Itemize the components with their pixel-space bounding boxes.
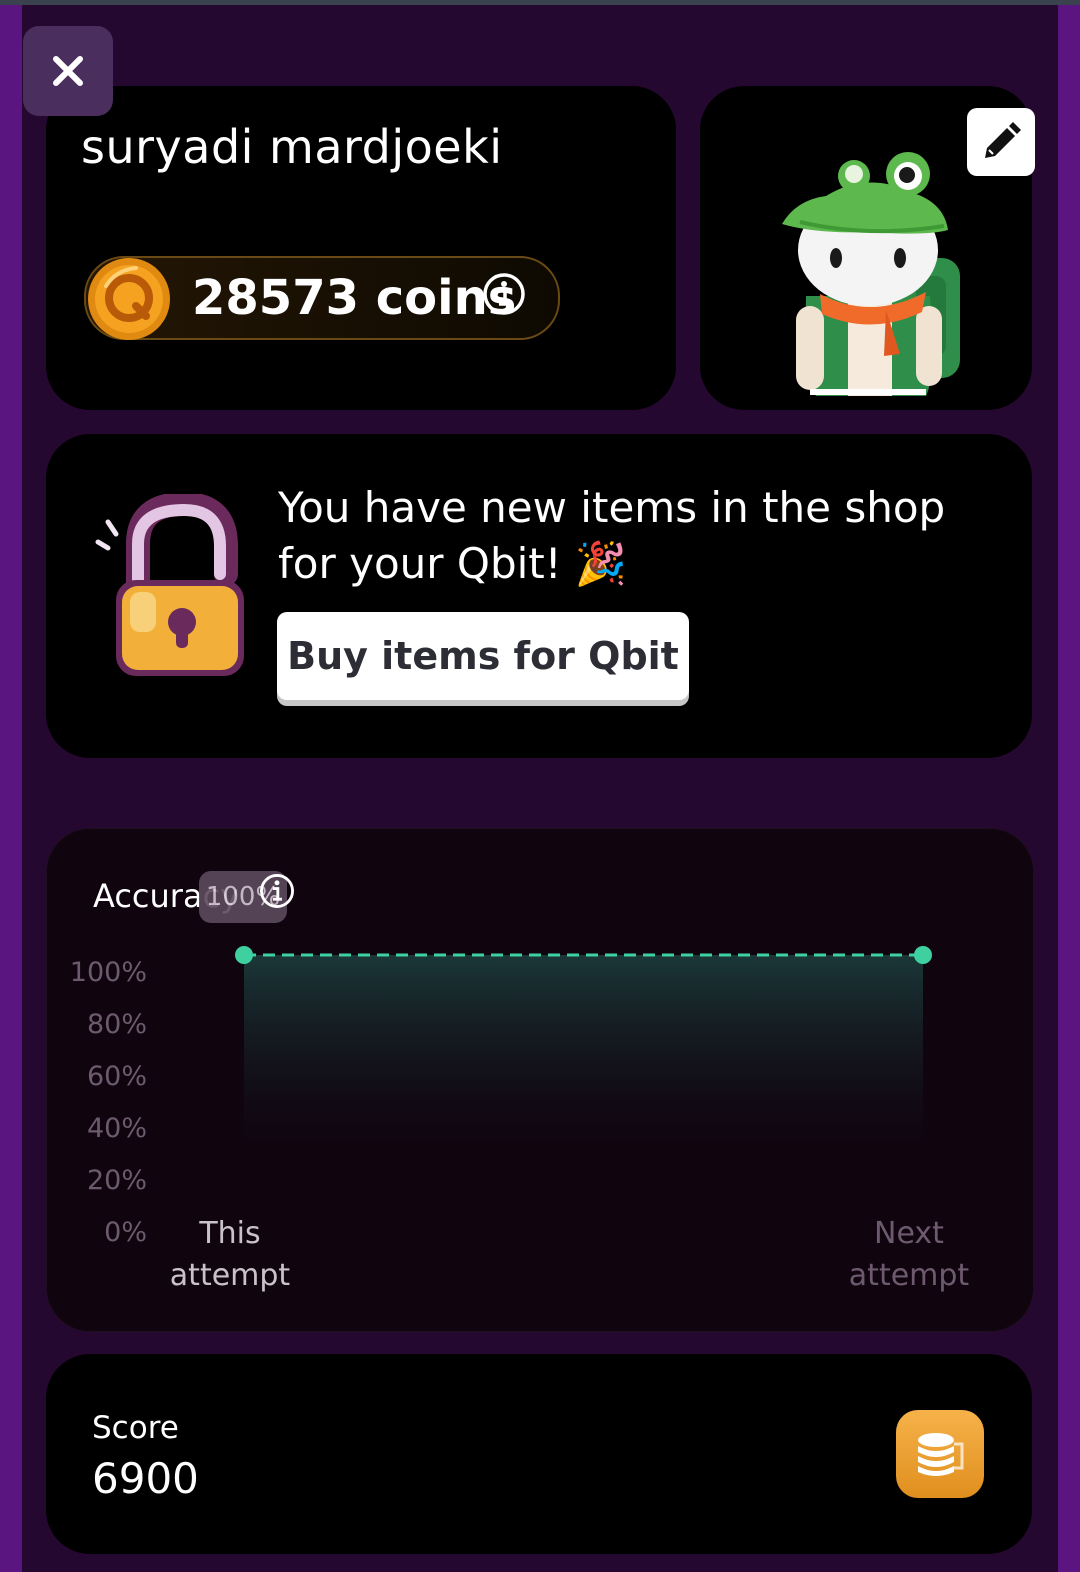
y-tick-label: 0% [104,1217,147,1248]
coins-pill[interactable]: 28573 coins [84,256,560,340]
accuracy-chart-card: Accuracy 100% 100% 80% 60% 40% 20% 0% This att… [46,828,1034,1332]
close-button[interactable] [23,26,113,116]
accuracy-point[interactable] [914,946,932,964]
coins-stack-icon [918,1433,964,1476]
score-card: Score 6900 [46,1354,1032,1554]
shop-message: You have new items in the shop for your … [278,483,946,588]
accuracy-area [244,955,923,1145]
accuracy-chart: 100% 80% 60% 40% 20% 0% This attempt Next attemp… [70,946,970,1293]
coin-icon [88,258,170,340]
y-tick-label: 40% [87,1113,147,1144]
score-label: Score [92,1410,179,1446]
qbit-avatar [782,152,960,396]
info-icon[interactable] [482,272,526,316]
avatar-card [700,86,1035,410]
x-category-label: This attempt [170,1216,291,1293]
accuracy-point[interactable] [235,946,253,964]
y-tick-label: 20% [87,1165,147,1196]
coins-count: 28573 coins [192,270,517,326]
profile-card: suryadi mardjoeki 28573 coins [46,86,676,410]
buy-items-button[interactable]: Buy items for Qbit [277,612,689,700]
y-tick-label: 100% [70,957,147,988]
player-name: suryadi mardjoeki [81,120,503,174]
x-category-label: Next attempt [849,1216,970,1293]
padlock-icon [95,494,244,676]
y-tick-label: 60% [87,1061,147,1092]
score-button[interactable] [896,1410,984,1498]
edit-avatar-button[interactable] [967,108,1035,176]
y-tick-label: 80% [87,1009,147,1040]
top-bar-line [0,0,1080,5]
score-value: 6900 [92,1454,199,1503]
shop-promo-card: You have new items in the shop for your … [46,434,1032,758]
pencil-icon [985,122,1021,158]
close-icon [53,56,83,86]
